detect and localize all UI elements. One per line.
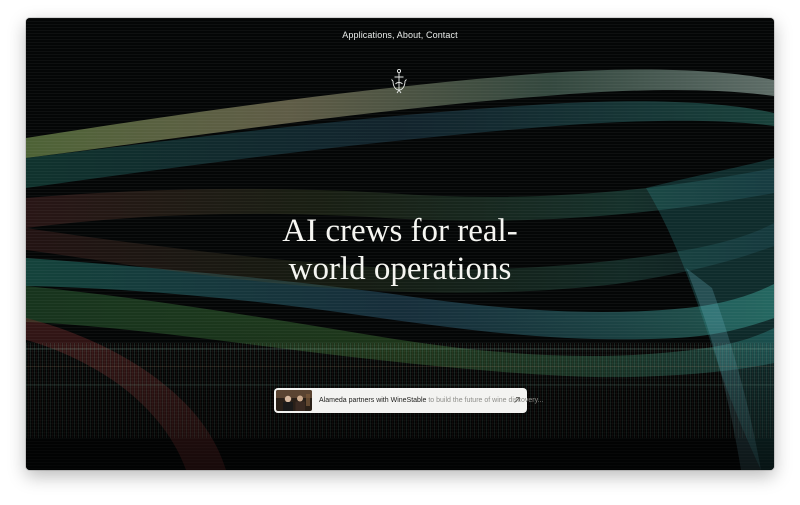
nav-link-about[interactable]: About: [397, 30, 421, 40]
arrow-up-right-icon: [514, 397, 520, 403]
anchor-crest-icon[interactable]: [390, 68, 408, 94]
announcement-text: Alameda partners with WineStable to buil…: [319, 397, 543, 404]
hero-headline-line-2: world operations: [288, 251, 512, 288]
nav-link-contact[interactable]: Contact: [426, 30, 458, 40]
nav-link-applications[interactable]: Applications: [342, 30, 392, 40]
hero-headline: AI crews for real- world operations: [26, 212, 774, 288]
hero-headline-line-1: AI crews for real-: [282, 213, 518, 250]
announcement-rest: to build the future of wine discovery...: [426, 397, 544, 404]
browser-viewport: Applications, About, Contact AI crews fo…: [26, 18, 774, 470]
top-nav: Applications, About, Contact: [26, 30, 774, 40]
announcement-thumbnail: [276, 390, 312, 411]
announcement-highlight: Alameda partners with WineStable: [319, 397, 427, 404]
announcement-banner[interactable]: Alameda partners with WineStable to buil…: [274, 388, 543, 413]
